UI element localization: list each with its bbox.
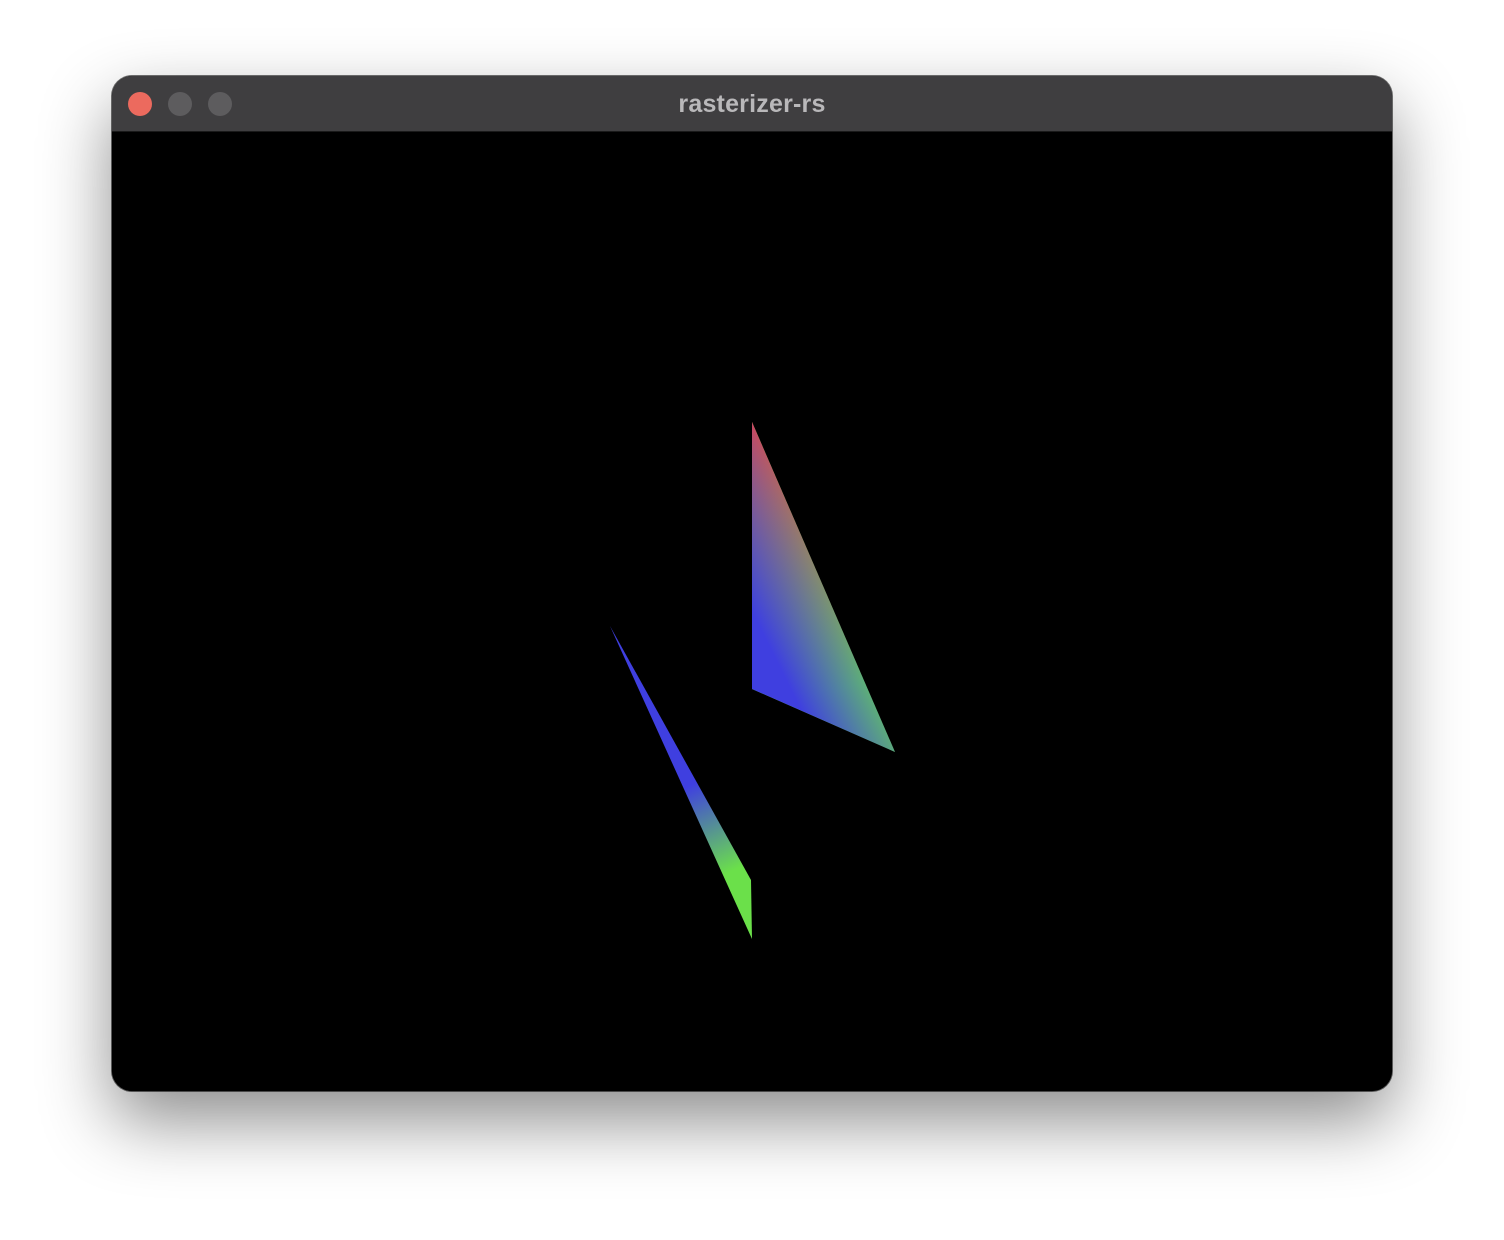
- render-canvas: [112, 132, 1392, 1091]
- triangle-upper: [752, 422, 895, 752]
- window-title: rasterizer-rs: [678, 90, 826, 118]
- triangle-upper-blue-overlay: [752, 422, 895, 752]
- app-window: rasterizer-rs: [112, 76, 1392, 1091]
- title-bar[interactable]: rasterizer-rs: [112, 76, 1392, 132]
- scene-svg: [610, 422, 895, 939]
- triangle-lower-fill: [610, 626, 752, 939]
- triangle-lower: [610, 626, 752, 939]
